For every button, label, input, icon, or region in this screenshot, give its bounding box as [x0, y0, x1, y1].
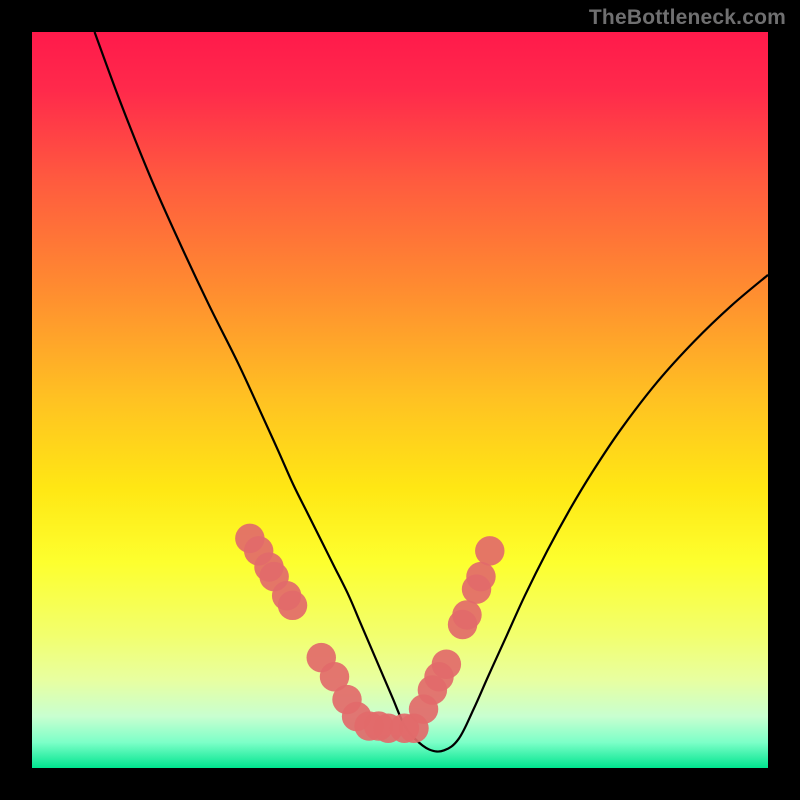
bottleneck-curve: [95, 32, 768, 752]
marker-dot: [475, 536, 504, 565]
sample-points: [235, 524, 504, 743]
marker-dot: [278, 591, 307, 620]
plot-area: [32, 32, 768, 768]
marker-dot: [432, 650, 461, 679]
marker-dot: [466, 562, 495, 591]
curve-layer: [32, 32, 768, 768]
watermark-text: TheBottleneck.com: [589, 6, 786, 30]
chart-frame: TheBottleneck.com: [0, 0, 800, 800]
marker-dot: [452, 600, 481, 629]
